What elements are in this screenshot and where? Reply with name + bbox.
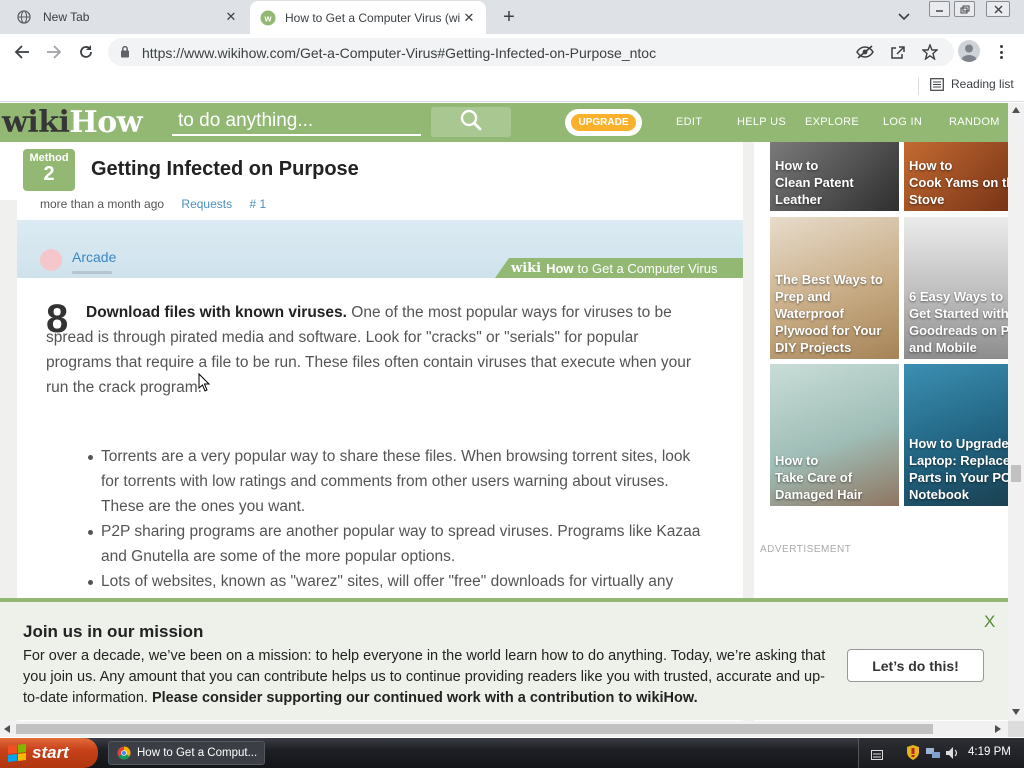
list-item: Torrents are a very popular way to share… xyxy=(88,444,701,519)
tab-strip: New Tab ✕ w How to Get a Computer Virus … xyxy=(0,0,1024,34)
nav-log-in[interactable]: LOG IN xyxy=(883,116,922,128)
profile-avatar[interactable] xyxy=(958,40,980,62)
step-text: Download files with known viruses. One o… xyxy=(46,300,706,400)
scroll-right-icon[interactable] xyxy=(995,725,1001,733)
address-bar[interactable]: https://www.wikihow.com/Get-a-Computer-V… xyxy=(108,38,954,66)
page-viewport: wikiHow to do anything... UPGRADE EDIT H… xyxy=(0,103,1008,721)
restore-button[interactable] xyxy=(954,1,975,17)
donate-button[interactable]: Let’s do this! xyxy=(847,649,984,682)
wikihow-logo[interactable]: wikiHow xyxy=(2,105,143,140)
volume-icon[interactable] xyxy=(945,746,959,765)
taskbar: start How to Get a Comput... 4:19 PM xyxy=(0,738,1024,768)
related-card[interactable]: How to Take Care of Damaged Hair xyxy=(770,364,899,506)
browser-toolbar: https://www.wikihow.com/Get-a-Computer-V… xyxy=(0,34,1024,70)
related-card[interactable]: 6 Easy Ways to Get Started with Goodread… xyxy=(904,217,1008,359)
search-icon xyxy=(460,109,482,136)
meta-number: # 1 xyxy=(249,197,267,211)
search-input[interactable]: to do anything... xyxy=(172,108,421,136)
chrome-icon xyxy=(117,746,131,760)
wikihow-header: wikiHow to do anything... UPGRADE EDIT H… xyxy=(0,103,1008,142)
wikihow-favicon: w xyxy=(260,10,276,26)
svg-text:w: w xyxy=(263,13,272,23)
start-button[interactable]: start xyxy=(0,738,98,768)
meta-time: more than a month ago xyxy=(40,197,165,211)
related-card[interactable]: How to Upgrade Laptop: Replace Parts in … xyxy=(904,364,1008,506)
image-meta: more than a month ago Requests # 1 xyxy=(40,197,266,211)
search-button[interactable] xyxy=(431,107,511,137)
method-title: Getting Infected on Purpose xyxy=(91,158,359,180)
related-card[interactable]: How to Clean Patent Leather xyxy=(770,142,899,211)
security-shield-icon[interactable] xyxy=(907,745,919,765)
tracking-blocked-icon[interactable] xyxy=(856,44,874,60)
image-watermark: wiki How to Get a Computer Virus xyxy=(495,258,743,278)
close-window-button[interactable] xyxy=(986,1,1010,17)
advertisement-label: ADVERTISEMENT xyxy=(760,544,852,555)
method-badge: Method 2 xyxy=(23,149,75,191)
step-lead: Download files with known viruses. xyxy=(86,304,347,321)
reading-list-button[interactable]: Reading list xyxy=(918,77,1014,95)
banner-title: Join us in our mission xyxy=(23,622,204,641)
method-header: Method 2 Getting Infected on Purpose xyxy=(0,142,743,200)
tab-search-icon[interactable] xyxy=(894,8,914,26)
reading-list-icon xyxy=(930,77,944,91)
tab-title: New Tab xyxy=(43,10,90,24)
scroll-left-icon[interactable] xyxy=(4,725,10,733)
donation-banner: Join us in our mission For over a decade… xyxy=(0,598,1008,720)
meta-requests: Requests xyxy=(181,197,233,211)
nav-random[interactable]: RANDOM xyxy=(949,116,1000,128)
bookmark-star-icon[interactable] xyxy=(921,44,939,60)
divider xyxy=(918,77,919,95)
nav-edit[interactable]: EDIT xyxy=(676,116,702,128)
related-card[interactable]: The Best Ways to Prep and Waterproof Ply… xyxy=(770,217,899,359)
arcade-label: Arcade xyxy=(72,249,117,265)
url-text: https://www.wikihow.com/Get-a-Computer-V… xyxy=(142,45,657,61)
back-button[interactable] xyxy=(10,41,34,63)
new-tab-button[interactable]: + xyxy=(497,6,521,28)
tab-title: How to Get a Computer Virus (with xyxy=(285,10,460,25)
reload-button[interactable] xyxy=(74,41,98,63)
scroll-up-icon[interactable] xyxy=(1012,107,1020,113)
menu-icon[interactable] xyxy=(994,42,1008,62)
list-item: P2P sharing programs are another popular… xyxy=(88,519,701,569)
clock: 4:19 PM xyxy=(968,746,1011,758)
tab-new-tab[interactable]: New Tab ✕ xyxy=(0,0,248,34)
bookmarks-bar: Reading list xyxy=(0,70,1024,102)
arcade-icon xyxy=(40,249,62,271)
banner-text: For over a decade, we’ve been on a missi… xyxy=(23,648,826,706)
taskbar-chrome-window[interactable]: How to Get a Comput... xyxy=(108,741,265,765)
keyboard-icon[interactable] xyxy=(871,747,883,765)
vertical-scroll-thumb[interactable] xyxy=(1011,465,1021,482)
vertical-scrollbar[interactable] xyxy=(1008,103,1024,721)
windows-logo-icon xyxy=(8,744,26,762)
scroll-down-icon[interactable] xyxy=(1012,709,1020,715)
close-tab-icon[interactable]: ✕ xyxy=(460,9,478,27)
mouse-cursor-icon xyxy=(198,372,211,392)
close-tab-icon[interactable]: ✕ xyxy=(222,8,240,26)
forward-button[interactable] xyxy=(42,41,66,63)
nav-explore[interactable]: EXPLORE xyxy=(805,116,859,128)
upgrade-button[interactable]: UPGRADE xyxy=(565,109,642,136)
lock-icon[interactable] xyxy=(120,45,130,63)
close-icon[interactable]: X xyxy=(984,612,995,632)
globe-icon xyxy=(16,9,32,25)
tab-wikihow[interactable]: w How to Get a Computer Virus (with ✕ xyxy=(250,1,486,34)
nav-help-us[interactable]: HELP US xyxy=(737,116,786,128)
network-icon[interactable] xyxy=(925,746,941,765)
reading-list-label: Reading list xyxy=(951,77,1014,91)
scroll-corner xyxy=(1008,721,1024,737)
minimize-button[interactable] xyxy=(929,1,950,17)
related-card[interactable]: How to Cook Yams on the Stove xyxy=(904,142,1008,211)
divider xyxy=(72,271,112,274)
horizontal-scroll-thumb[interactable] xyxy=(16,724,933,734)
article-image: Arcade wiki How to Get a Computer Virus xyxy=(17,220,743,278)
share-icon[interactable] xyxy=(889,44,907,60)
